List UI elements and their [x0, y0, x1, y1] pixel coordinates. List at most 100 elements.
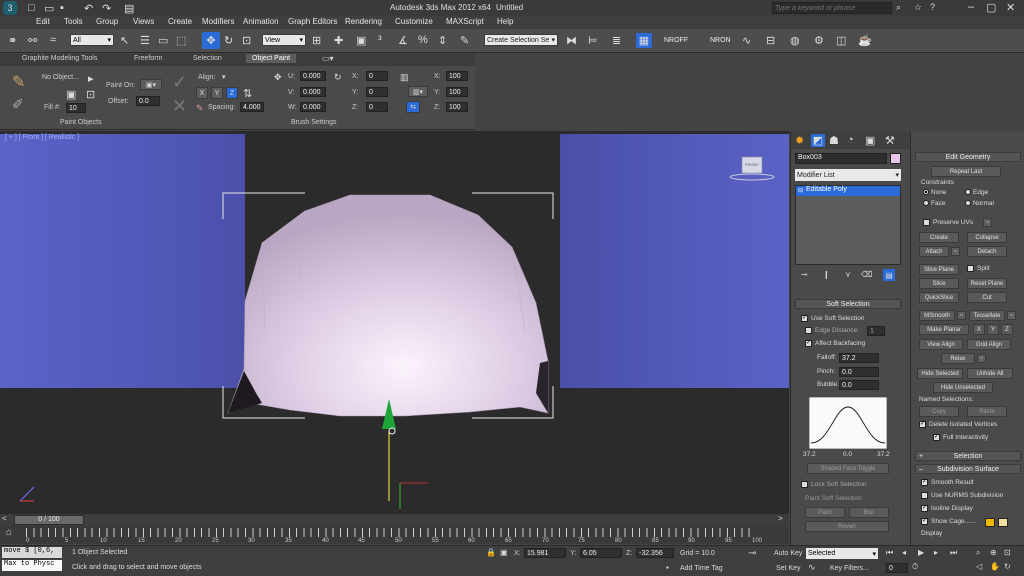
- unhide-all-button[interactable]: Unhide All: [967, 368, 1013, 379]
- pick-object-icon[interactable]: ▸: [88, 72, 94, 85]
- menu-tools[interactable]: Tools: [64, 17, 83, 26]
- mini-curve-editor-icon[interactable]: ⌂: [6, 527, 12, 538]
- edge-distance-input[interactable]: 1: [867, 326, 885, 336]
- show-cage-checkbox[interactable]: [921, 518, 928, 525]
- pinch-input[interactable]: 0.0: [839, 367, 879, 377]
- selection-rollout[interactable]: + Selection: [915, 451, 1021, 461]
- paint-brush-icon[interactable]: ✎: [12, 72, 25, 92]
- zoom-extents-icon[interactable]: ⊡: [1004, 548, 1011, 557]
- zoom-icon[interactable]: ⌕: [976, 548, 980, 558]
- hide-unselected-button[interactable]: Hide Unselected: [933, 382, 993, 393]
- percent-snap-icon[interactable]: %: [418, 34, 428, 46]
- time-tag-icon[interactable]: ▪: [666, 563, 669, 572]
- attach-button[interactable]: Attach: [919, 246, 949, 257]
- menu-modifiers[interactable]: Modifiers: [202, 17, 234, 26]
- menu-rendering[interactable]: Rendering: [345, 17, 382, 26]
- flip-icon[interactable]: ⇅: [243, 87, 252, 100]
- save-icon[interactable]: ▪: [60, 2, 64, 14]
- scale-y-input[interactable]: 100: [446, 87, 468, 97]
- nron-button[interactable]: NRON: [710, 37, 731, 44]
- menu-group[interactable]: Group: [96, 17, 118, 26]
- menu-maxscript[interactable]: MAXScript: [446, 17, 484, 26]
- orbit-icon[interactable]: ↻: [1004, 562, 1011, 571]
- nroff-button[interactable]: NROFF: [664, 37, 688, 44]
- paint-icon[interactable]: ▣: [66, 88, 76, 101]
- split-checkbox[interactable]: [967, 265, 974, 272]
- relax-settings-icon[interactable]: ▫: [977, 354, 986, 363]
- rot-x-input[interactable]: 0: [366, 71, 388, 81]
- cancel-x-icon[interactable]: ✕: [172, 96, 187, 117]
- revert-button[interactable]: Revert: [805, 521, 889, 532]
- affect-backfacing-row[interactable]: Affect Backfacing: [805, 340, 865, 347]
- falloff-input[interactable]: 37.2: [839, 353, 879, 363]
- front-viewport[interactable]: [ + ] [ Front ] [ Realistic ] FRONT: [0, 131, 789, 514]
- select-by-name-icon[interactable]: ☰: [140, 34, 150, 47]
- cage-color-2-swatch[interactable]: [998, 518, 1008, 527]
- none-radio[interactable]: [923, 189, 929, 196]
- next-frame-icon[interactable]: ▸: [934, 548, 938, 557]
- tab-freeform[interactable]: Freeform: [134, 55, 162, 62]
- slider-prev-icon[interactable]: <: [2, 514, 7, 523]
- lock-soft-checkbox[interactable]: [801, 481, 808, 488]
- preserve-uvs-settings-icon[interactable]: ▫: [983, 218, 992, 227]
- utilities-tab-icon[interactable]: ⚒: [885, 134, 895, 147]
- select-move-icon[interactable]: ✥: [202, 32, 220, 49]
- current-frame-input[interactable]: 0: [886, 563, 908, 573]
- u-input[interactable]: 0.000: [300, 71, 326, 81]
- msmooth-settings-icon[interactable]: ▫: [957, 311, 966, 320]
- full-interactivity-row[interactable]: Full Interactivity: [933, 434, 988, 441]
- menu-help[interactable]: Help: [497, 17, 513, 26]
- modifier-stack[interactable]: ⊟ Editable Poly: [795, 185, 901, 265]
- menu-animation[interactable]: Animation: [243, 17, 279, 26]
- modifier-list-dropdown[interactable]: Modifier List ▾: [795, 169, 901, 181]
- pivot-center-icon[interactable]: ⊞: [312, 34, 321, 47]
- go-to-start-icon[interactable]: ⏮: [886, 548, 893, 558]
- tab-object-paint[interactable]: Object Paint: [246, 54, 297, 63]
- split-row[interactable]: Split: [967, 265, 990, 272]
- constraint-normal[interactable]: Normal: [965, 200, 994, 207]
- curve-editor-icon[interactable]: ∿: [742, 34, 751, 47]
- set-key-button[interactable]: Set Key: [776, 565, 801, 572]
- blur-button[interactable]: Blur: [849, 507, 889, 518]
- collapse-button[interactable]: Collapse: [967, 232, 1007, 243]
- show-end-result-icon[interactable]: ❙: [823, 270, 830, 279]
- time-config-icon[interactable]: ⏱: [912, 562, 918, 572]
- window-crossing-icon[interactable]: ⬚: [176, 34, 186, 47]
- tessellate-settings-icon[interactable]: ▫: [1007, 311, 1016, 320]
- lock-selection-icon[interactable]: 🔒: [486, 548, 496, 557]
- use-nurms-row[interactable]: Use NURMS Subdivision: [921, 492, 1003, 499]
- search-input[interactable]: [772, 2, 892, 14]
- slider-next-icon[interactable]: >: [778, 514, 783, 523]
- pan-icon[interactable]: ✋: [990, 562, 1000, 571]
- select-scale-icon[interactable]: ⊡: [242, 34, 251, 47]
- modify-tab-icon[interactable]: ◩: [811, 134, 825, 147]
- show-cage-row[interactable]: Show Cage......: [921, 518, 975, 525]
- field-of-view-icon[interactable]: ◁: [976, 562, 982, 571]
- menu-create[interactable]: Create: [168, 17, 192, 26]
- stack-item-editable-poly[interactable]: ⊟ Editable Poly: [796, 186, 900, 196]
- create-button[interactable]: Create: [919, 232, 959, 243]
- w-input[interactable]: 0.000: [300, 102, 326, 112]
- paint-objects-group[interactable]: Paint Objects: [60, 119, 102, 126]
- maxscript-listener-line2[interactable]: Max to Physc: [2, 560, 62, 571]
- shaded-face-toggle-button[interactable]: Shaded Face Toggle: [807, 463, 889, 474]
- keyboard-shortcut-icon[interactable]: ▣: [356, 34, 366, 47]
- zoom-all-icon[interactable]: ⊕: [990, 548, 997, 557]
- menu-graph-editors[interactable]: Graph Editors: [288, 17, 337, 26]
- brush-settings-group[interactable]: Brush Settings: [291, 119, 337, 126]
- slice-plane-button[interactable]: Slice Plane: [919, 264, 959, 275]
- align-dropdown-icon[interactable]: ▾: [222, 73, 226, 81]
- mirror-icon[interactable]: ⧓: [566, 34, 577, 47]
- hide-selected-button[interactable]: Hide Selected: [917, 368, 963, 379]
- lock-soft-selection-row[interactable]: Lock Soft Selection: [801, 481, 867, 488]
- constraint-edge[interactable]: Edge: [965, 189, 988, 196]
- time-slider-thumb[interactable]: 0 / 100: [14, 515, 84, 525]
- unlink-icon[interactable]: ⚯: [28, 34, 37, 47]
- minimize-icon[interactable]: –: [968, 1, 974, 13]
- configure-sets-icon[interactable]: ▤: [883, 269, 895, 281]
- hierarchy-tab-icon[interactable]: ☗: [829, 134, 839, 147]
- selection-filter-dropdown[interactable]: All ▾: [70, 34, 114, 46]
- x-coord-input[interactable]: 15.981: [524, 548, 566, 558]
- scale-z-input[interactable]: 100: [446, 102, 468, 112]
- add-time-tag[interactable]: Add Time Tag: [680, 565, 723, 572]
